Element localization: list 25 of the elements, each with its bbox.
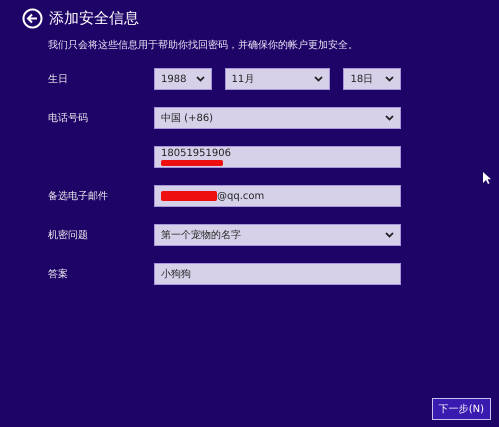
- input-field[interactable]: 小狗狗: [154, 263, 401, 285]
- field-label: 电话号码: [48, 112, 88, 125]
- chevron-down-icon: [385, 76, 394, 82]
- redaction-mark: [161, 191, 217, 201]
- redaction-mark: [161, 160, 223, 166]
- dropdown[interactable]: 中国 (+86): [154, 107, 401, 129]
- dropdown[interactable]: 1988: [154, 68, 212, 90]
- input-field[interactable]: @qq.com: [154, 185, 401, 207]
- input-field[interactable]: 18051951906: [154, 146, 401, 168]
- next-button[interactable]: 下一步(N): [432, 398, 491, 420]
- chevron-down-icon: [314, 76, 324, 82]
- dropdown[interactable]: 18日: [343, 68, 402, 90]
- field-label: 生日: [48, 72, 68, 86]
- field-label: 备选电子邮件: [48, 190, 108, 203]
- dropdown[interactable]: 第一个宠物的名字: [154, 224, 401, 246]
- chevron-down-icon: [385, 115, 394, 121]
- mouse-pointer-icon: [483, 172, 491, 184]
- chevron-down-icon: [196, 76, 205, 82]
- back-icon[interactable]: [22, 8, 43, 28]
- page-title: 添加安全信息: [49, 8, 139, 28]
- description-text: 我们只会将这些信息用于帮助你找回密码，并确保你的帐户更加安全。: [48, 38, 359, 52]
- chevron-down-icon: [385, 232, 394, 238]
- field-label: 答案: [48, 268, 68, 281]
- dropdown[interactable]: 11月: [224, 68, 330, 90]
- field-label: 机密问题: [48, 228, 88, 242]
